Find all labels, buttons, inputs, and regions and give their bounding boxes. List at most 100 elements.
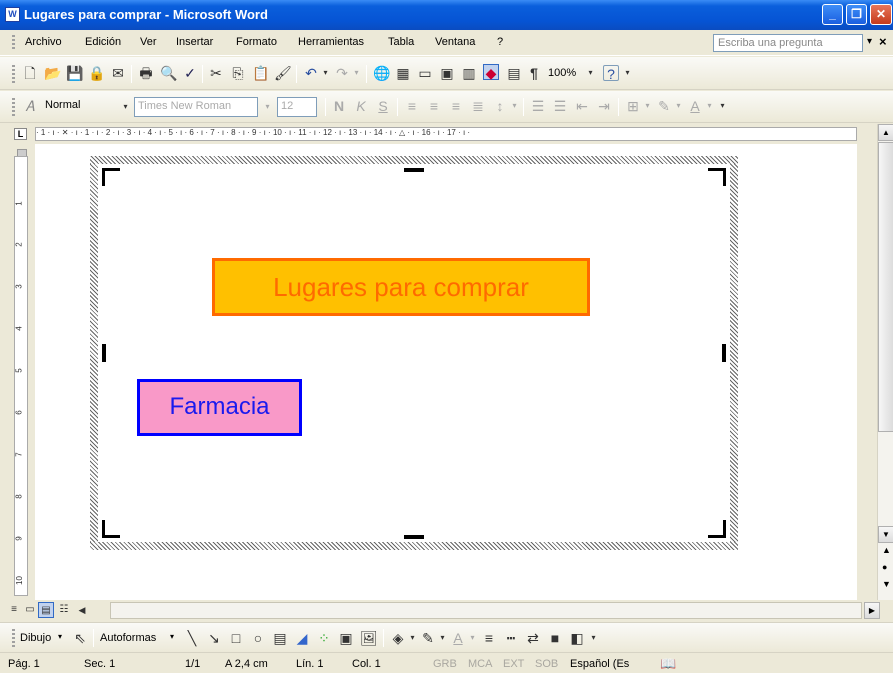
close-document-button[interactable]: ×	[879, 34, 887, 49]
vertical-ruler-scale[interactable]	[14, 156, 28, 596]
bold-icon[interactable]: N	[331, 98, 347, 114]
web-layout-icon[interactable]: ▭	[22, 602, 38, 618]
decrease-indent-icon[interactable]: ⇤	[574, 98, 590, 114]
bullets-icon[interactable]: ☰	[552, 98, 568, 114]
format-painter-icon[interactable]: 🖌	[274, 65, 292, 81]
zoom-dropdown-icon[interactable]: ▾	[584, 64, 597, 82]
scroll-left-icon[interactable]: ◀	[74, 602, 90, 618]
style-dropdown-icon[interactable]: ▾	[119, 98, 132, 116]
print-icon[interactable]: 🖶	[138, 65, 154, 81]
drawing-toggle-icon[interactable]: ◆	[483, 64, 499, 81]
font-size-combo[interactable]: 12	[277, 97, 317, 117]
maximize-button[interactable]: ❐	[846, 4, 867, 25]
permission-icon[interactable]: 🔒	[88, 65, 105, 81]
insert-table-icon[interactable]: ▭	[417, 65, 433, 81]
status-grb[interactable]: GRB	[433, 658, 457, 670]
save-icon[interactable]: 💾	[66, 65, 83, 81]
diagram-icon[interactable]: ⁘	[316, 630, 332, 646]
font-dropdown-icon[interactable]: ▾	[261, 98, 274, 116]
styles-formatting-icon[interactable]: 𝐴	[22, 98, 38, 114]
style-combo[interactable]: Normal	[42, 97, 117, 117]
open-folder-icon[interactable]: 📂	[44, 65, 61, 81]
tables-borders-icon[interactable]: ▦	[395, 65, 411, 81]
arrow-style-icon[interactable]: ⇄	[525, 630, 541, 646]
font-color-icon[interactable]: A	[687, 98, 703, 114]
drawing-canvas[interactable]	[98, 164, 730, 542]
dash-style-icon[interactable]: ┅	[503, 630, 519, 646]
horizontal-scroll-track[interactable]	[110, 602, 862, 619]
menu-edicion[interactable]: Edición	[85, 36, 121, 48]
print-preview-icon[interactable]: 🔍	[160, 65, 177, 81]
undo-dropdown-icon[interactable]: ▾	[319, 64, 332, 82]
menu-ver[interactable]: Ver	[140, 36, 157, 48]
hyperlink-icon[interactable]: 🌐	[373, 65, 390, 81]
3d-icon[interactable]: ◧	[569, 630, 585, 646]
font-color-icon[interactable]: A	[450, 630, 466, 646]
status-language[interactable]: Español (Es	[570, 658, 629, 670]
menu-tabla[interactable]: Tabla	[388, 36, 414, 48]
canvas-handle-bottom[interactable]	[404, 535, 424, 539]
textbox-icon[interactable]: ▤	[272, 630, 288, 646]
autoshapes-dropdown-icon[interactable]: ▾	[170, 632, 174, 641]
select-browse-object-icon[interactable]: ●	[882, 562, 887, 572]
justify-icon[interactable]: ≣	[470, 98, 486, 114]
menu-insertar[interactable]: Insertar	[176, 36, 213, 48]
status-ext[interactable]: EXT	[503, 658, 524, 670]
menu-help[interactable]: ?	[497, 36, 503, 48]
menu-ventana[interactable]: Ventana	[435, 36, 475, 48]
help-question-input[interactable]: Escriba una pregunta	[713, 34, 863, 52]
normal-view-icon[interactable]: ≡	[6, 602, 22, 618]
canvas-handle-left[interactable]	[102, 344, 106, 362]
border-icon[interactable]: ⊞	[625, 98, 641, 114]
previous-page-icon[interactable]: ▲	[882, 545, 891, 555]
align-right-icon[interactable]: ≡	[448, 98, 464, 114]
font-combo[interactable]: Times New Roman	[134, 97, 258, 117]
line-spacing-dropdown-icon[interactable]: ▾	[508, 97, 521, 115]
canvas-handle-bottom-right[interactable]	[708, 520, 726, 538]
canvas-handle-top-left[interactable]	[102, 168, 120, 186]
spelling-status-icon[interactable]: 📖	[660, 656, 676, 672]
scroll-right-icon[interactable]: ▶	[864, 602, 880, 619]
menu-grip[interactable]	[12, 35, 15, 51]
shadow-icon[interactable]: ■	[547, 630, 563, 646]
line-color-icon[interactable]: ✎	[420, 630, 436, 646]
scroll-down-icon[interactable]: ▼	[878, 526, 893, 543]
toolbar-options-icon[interactable]: ▾	[621, 64, 634, 82]
help-dropdown-icon[interactable]: ▾	[867, 36, 872, 47]
underline-icon[interactable]: S	[375, 98, 391, 114]
cut-icon[interactable]: ✂	[208, 65, 224, 81]
toolbar-options-icon[interactable]: ▾	[716, 97, 729, 115]
status-sob[interactable]: SOB	[535, 658, 558, 670]
numbering-icon[interactable]: ☰	[530, 98, 546, 114]
next-page-icon[interactable]: ▼	[882, 579, 891, 589]
vertical-scrollbar[interactable]: ▲ ▼ ▲ ● ▼	[877, 124, 893, 600]
redo-icon[interactable]: ↷	[334, 65, 350, 81]
align-center-icon[interactable]: ≡	[426, 98, 442, 114]
document-map-icon[interactable]: ▤	[506, 65, 522, 81]
menu-archivo[interactable]: Archivo	[25, 36, 62, 48]
canvas-handle-top-right[interactable]	[708, 168, 726, 186]
status-mca[interactable]: MCA	[468, 658, 492, 670]
increase-indent-icon[interactable]: ⇥	[596, 98, 612, 114]
insert-excel-icon[interactable]: ▣	[439, 65, 455, 81]
line-spacing-icon[interactable]: ↕	[492, 98, 508, 114]
clipart-icon[interactable]: ▣	[338, 630, 354, 646]
copy-icon[interactable]: ⎘	[230, 65, 246, 81]
spelling-icon[interactable]: ✓	[182, 65, 198, 81]
help-icon[interactable]: ?	[603, 65, 619, 82]
print-layout-icon[interactable]: ▤	[38, 602, 54, 618]
font-color-dropdown-icon[interactable]: ▾	[466, 629, 479, 647]
italic-icon[interactable]: K	[353, 98, 369, 114]
outline-view-icon[interactable]: ☷	[56, 602, 72, 618]
close-button[interactable]: ✕	[870, 4, 892, 25]
farmacia-textbox[interactable]: Farmacia	[137, 379, 302, 436]
canvas-handle-right[interactable]	[722, 344, 726, 362]
border-dropdown-icon[interactable]: ▾	[641, 97, 654, 115]
show-hide-icon[interactable]: ¶	[526, 65, 542, 81]
align-left-icon[interactable]: ≡	[404, 98, 420, 114]
new-document-icon[interactable]: 🗋	[22, 65, 38, 81]
line-icon[interactable]: ╲	[184, 630, 200, 646]
redo-dropdown-icon[interactable]: ▾	[350, 64, 363, 82]
oval-icon[interactable]: ○	[250, 630, 266, 646]
canvas-handle-bottom-left[interactable]	[102, 520, 120, 538]
